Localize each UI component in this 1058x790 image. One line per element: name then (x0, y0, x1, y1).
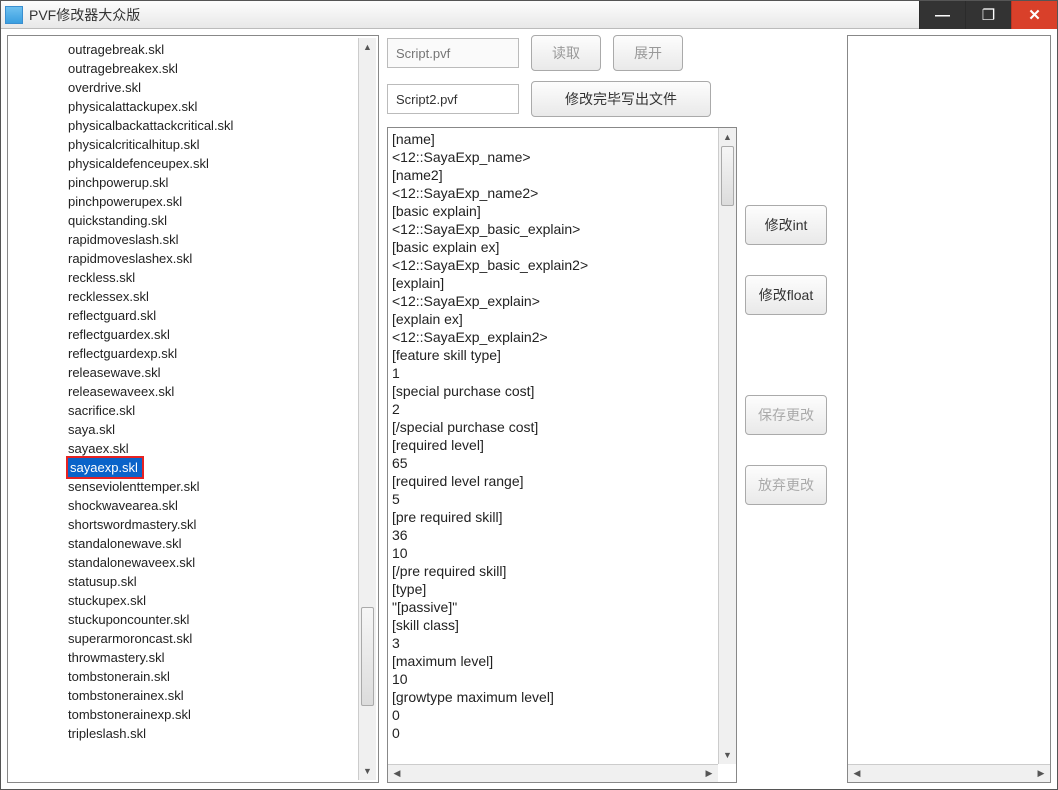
tree-item[interactable]: quickstanding.skl (66, 211, 356, 230)
expand-button[interactable]: 展开 (613, 35, 683, 71)
tree-item[interactable]: shockwavearea.skl (66, 496, 356, 515)
tree-item[interactable]: sacrifice.skl (66, 401, 356, 420)
tree-item[interactable]: outragebreak.skl (66, 40, 356, 59)
editor-hscrollbar[interactable]: ◀ ▶ (388, 764, 718, 782)
scroll-left-icon[interactable]: ◀ (848, 765, 866, 782)
tree-scrollbar[interactable]: ▲ ▼ (358, 38, 376, 780)
tree-item[interactable]: tripleslash.skl (66, 724, 356, 743)
tree-item[interactable]: overdrive.skl (66, 78, 356, 97)
scroll-thumb[interactable] (721, 146, 734, 206)
tree-item[interactable]: statusup.skl (66, 572, 356, 591)
file-tree-pane: outragebreak.skloutragebreakex.skloverdr… (7, 35, 379, 783)
scroll-right-icon[interactable]: ▶ (1032, 765, 1050, 782)
tree-item[interactable]: physicalattackupex.skl (66, 97, 356, 116)
scroll-right-icon[interactable]: ▶ (700, 765, 718, 782)
discard-changes-button[interactable]: 放弃更改 (745, 465, 827, 505)
scroll-thumb[interactable] (361, 607, 374, 706)
tree-item[interactable]: shortswordmastery.skl (66, 515, 356, 534)
save-changes-button[interactable]: 保存更改 (745, 395, 827, 435)
tree-item[interactable]: sayaexp.skl (68, 458, 142, 477)
tree-item[interactable]: physicalcriticalhitup.skl (66, 135, 356, 154)
tree-item[interactable]: reflectguard.skl (66, 306, 356, 325)
scroll-up-icon[interactable]: ▲ (359, 38, 376, 56)
maximize-button[interactable] (965, 1, 1011, 29)
right-hscrollbar[interactable]: ◀ ▶ (848, 764, 1050, 782)
scroll-down-icon[interactable]: ▼ (359, 762, 376, 780)
tree-item[interactable]: reckless.skl (66, 268, 356, 287)
tree-item[interactable]: superarmoroncast.skl (66, 629, 356, 648)
tree-item[interactable]: tombstonerainexp.skl (66, 705, 356, 724)
write-output-button[interactable]: 修改完毕写出文件 (531, 81, 711, 117)
tree-item[interactable]: pinchpowerupex.skl (66, 192, 356, 211)
script2-input[interactable] (387, 84, 519, 114)
modify-float-button[interactable]: 修改float (745, 275, 827, 315)
tree-item[interactable]: reflectguardex.skl (66, 325, 356, 344)
tree-item[interactable]: senseviolenttemper.skl (66, 477, 356, 496)
tree-item[interactable]: tombstonerainex.skl (66, 686, 356, 705)
tree-item[interactable]: outragebreakex.skl (66, 59, 356, 78)
tree-item[interactable]: physicaldefenceupex.skl (66, 154, 356, 173)
right-list-pane[interactable]: ◀ ▶ (847, 35, 1051, 783)
read-button[interactable]: 读取 (531, 35, 601, 71)
tree-item[interactable]: stuckuponcounter.skl (66, 610, 356, 629)
tree-item[interactable]: tombstonerain.skl (66, 667, 356, 686)
file-tree[interactable]: outragebreak.skloutragebreakex.skloverdr… (10, 38, 356, 780)
scroll-left-icon[interactable]: ◀ (388, 765, 406, 782)
window-title: PVF修改器大众版 (29, 5, 140, 25)
tree-item[interactable]: standalonewave.skl (66, 534, 356, 553)
titlebar: PVF修改器大众版 (1, 1, 1057, 29)
editor-vscrollbar[interactable]: ▲ ▼ (718, 128, 736, 764)
scroll-up-icon[interactable]: ▲ (719, 128, 736, 146)
scroll-down-icon[interactable]: ▼ (719, 746, 736, 764)
tree-item[interactable]: recklessex.skl (66, 287, 356, 306)
tree-item[interactable]: throwmastery.skl (66, 648, 356, 667)
tree-item[interactable]: rapidmoveslashex.skl (66, 249, 356, 268)
tree-item[interactable]: standalonewaveex.skl (66, 553, 356, 572)
tree-item[interactable]: pinchpowerup.skl (66, 173, 356, 192)
app-icon (5, 6, 23, 24)
modify-int-button[interactable]: 修改int (745, 205, 827, 245)
tree-item[interactable]: saya.skl (66, 420, 356, 439)
tree-item[interactable]: rapidmoveslash.skl (66, 230, 356, 249)
tree-item[interactable]: physicalbackattackcritical.skl (66, 116, 356, 135)
tree-item[interactable]: sayaex.skl (66, 439, 356, 458)
editor-pane[interactable]: [name] <12::SayaExp_name> [name2] <12::S… (387, 127, 737, 783)
minimize-button[interactable] (919, 1, 965, 29)
tree-item[interactable]: reflectguardexp.skl (66, 344, 356, 363)
script-input[interactable] (387, 38, 519, 68)
tree-item[interactable]: releasewave.skl (66, 363, 356, 382)
tree-item[interactable]: releasewaveex.skl (66, 382, 356, 401)
close-button[interactable] (1011, 1, 1057, 29)
tree-item[interactable]: stuckupex.skl (66, 591, 356, 610)
editor-content[interactable]: [name] <12::SayaExp_name> [name2] <12::S… (392, 130, 714, 762)
